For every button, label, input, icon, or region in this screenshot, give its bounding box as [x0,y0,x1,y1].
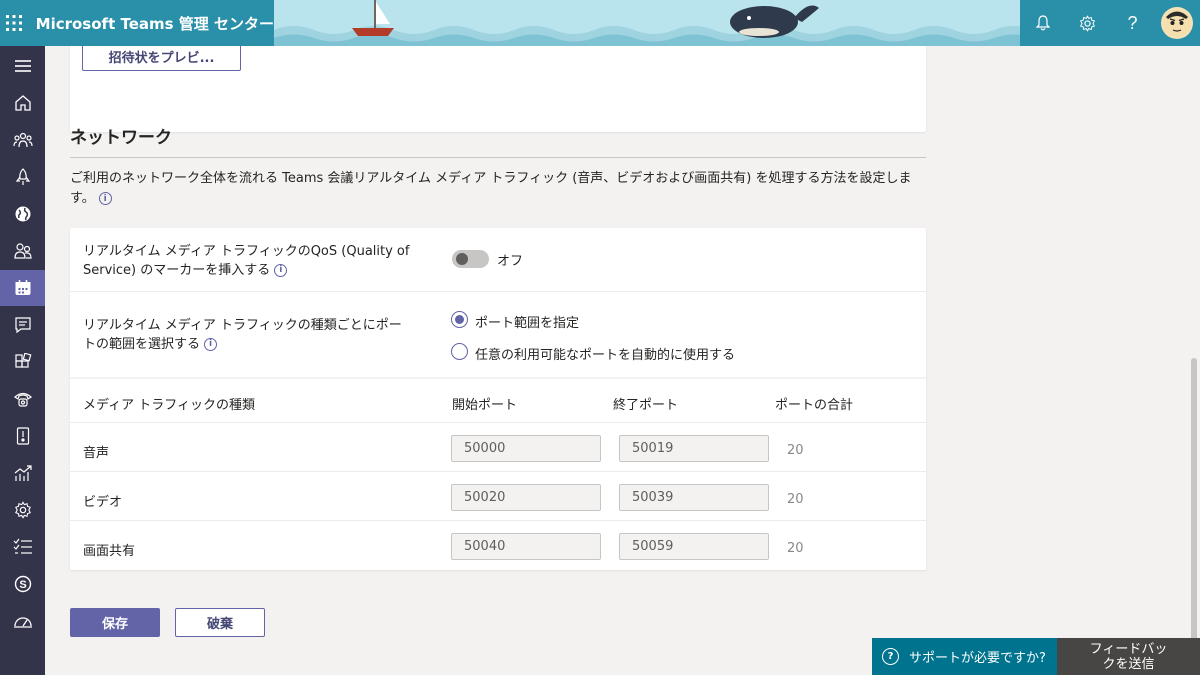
main-content: 招待状をプレビ... ネットワーク ご利用のネットワーク全体を流れる Teams… [45,46,1188,675]
audio-total: 20 [787,443,804,458]
info-icon[interactable]: i [274,264,288,277]
info-icon[interactable]: i [98,192,112,205]
home-icon[interactable] [0,85,45,121]
messaging-icon[interactable] [0,307,45,343]
meetings-icon[interactable] [0,270,45,306]
row-divider [70,520,926,521]
gear-icon[interactable] [1065,0,1110,46]
skype-icon[interactable]: S [0,566,45,602]
left-rail: S [0,46,45,675]
col-header-type: メディア トラフィックの種類 [83,398,255,413]
app-title[interactable]: Microsoft Teams 管理 センター [36,13,274,34]
header-brand: Microsoft Teams 管理 センター [0,0,274,46]
row-divider [70,291,926,292]
feedback-button[interactable]: フィードバックを送信 [1057,638,1200,675]
row-type-screenshare: 画面共有 [83,544,136,559]
support-button[interactable]: ? サポートが必要ですか? [872,638,1057,675]
audio-end-port-input[interactable]: 50019 [619,435,769,462]
section-divider [70,157,926,158]
scrollbar-thumb[interactable] [1191,358,1197,675]
row-divider [70,377,926,379]
bell-icon[interactable] [1020,0,1065,46]
info-icon[interactable]: i [204,338,218,351]
apps-icon[interactable] [0,344,45,380]
radio-auto-ports-label[interactable]: 任意の利用可能なポートを自動的に使用する [475,344,735,363]
qos-toggle[interactable] [452,250,489,268]
users-icon[interactable] [0,233,45,269]
row-divider [70,422,926,423]
dashboard-icon[interactable] [0,603,45,639]
col-header-end: 終了ポート [613,398,679,413]
meeting-invite-card: 招待状をプレビ... [70,46,926,132]
network-settings-card: リアルタイム メディア トラフィックのQoS (Quality of Servi… [70,228,926,570]
save-button[interactable]: 保存 [70,608,160,637]
locations-icon[interactable] [0,418,45,454]
qos-label: リアルタイム メディア トラフィックのQoS (Quality of Servi… [83,244,410,278]
row-type-video: ビデオ [83,495,123,510]
feedback-label: フィードバックを送信 [1089,641,1168,672]
video-end-port-input[interactable]: 50039 [619,484,769,511]
col-header-total: ポートの合計 [775,398,854,413]
screenshare-total: 20 [787,541,804,556]
col-header-start: 開始ポート [452,398,518,413]
radio-auto-ports[interactable] [451,343,468,360]
header-theme-illustration [274,0,1034,46]
avatar[interactable] [1161,7,1193,39]
help-icon[interactable]: ? [1110,0,1155,46]
port-range-label: リアルタイム メディア トラフィックの種類ごとにポートの範囲を選択する i [83,318,402,352]
network-section-title: ネットワーク [70,128,172,148]
audio-start-port-input[interactable]: 50000 [451,435,601,462]
analytics-icon[interactable] [0,455,45,491]
row-divider [70,471,926,472]
help-circle-icon: ? [882,648,899,665]
waffle-icon[interactable] [0,0,28,46]
support-label: サポートが必要ですか? [909,651,1046,666]
teams-icon[interactable] [0,122,45,158]
qos-toggle-state: オフ [497,254,524,269]
radio-specify-ports-label[interactable]: ポート範囲を指定 [475,312,579,331]
preview-invite-button[interactable]: 招待状をプレビ... [82,46,241,71]
menu-icon[interactable] [0,48,45,84]
voice-icon[interactable] [0,381,45,417]
toggle-knob [456,253,468,265]
radio-specify-ports[interactable] [451,311,468,328]
video-total: 20 [787,492,804,507]
planning-icon[interactable] [0,529,45,565]
screenshare-start-port-input[interactable]: 50040 [451,533,601,560]
svg-text:S: S [19,579,26,591]
vertical-scrollbar[interactable] [1188,46,1200,675]
header-actions: ? [1020,0,1200,46]
screenshare-end-port-input[interactable]: 50059 [619,533,769,560]
deploy-icon[interactable] [0,159,45,195]
row-type-audio: 音声 [83,446,110,461]
globe-icon[interactable] [0,196,45,232]
app-header: Microsoft Teams 管理 センター ? [0,0,1200,46]
network-description: ご利用のネットワーク全体を流れる Teams 会議リアルタイム メディア トラフ… [70,171,912,206]
video-start-port-input[interactable]: 50020 [451,484,601,511]
settings-icon[interactable] [0,492,45,528]
discard-button[interactable]: 破棄 [175,608,265,637]
